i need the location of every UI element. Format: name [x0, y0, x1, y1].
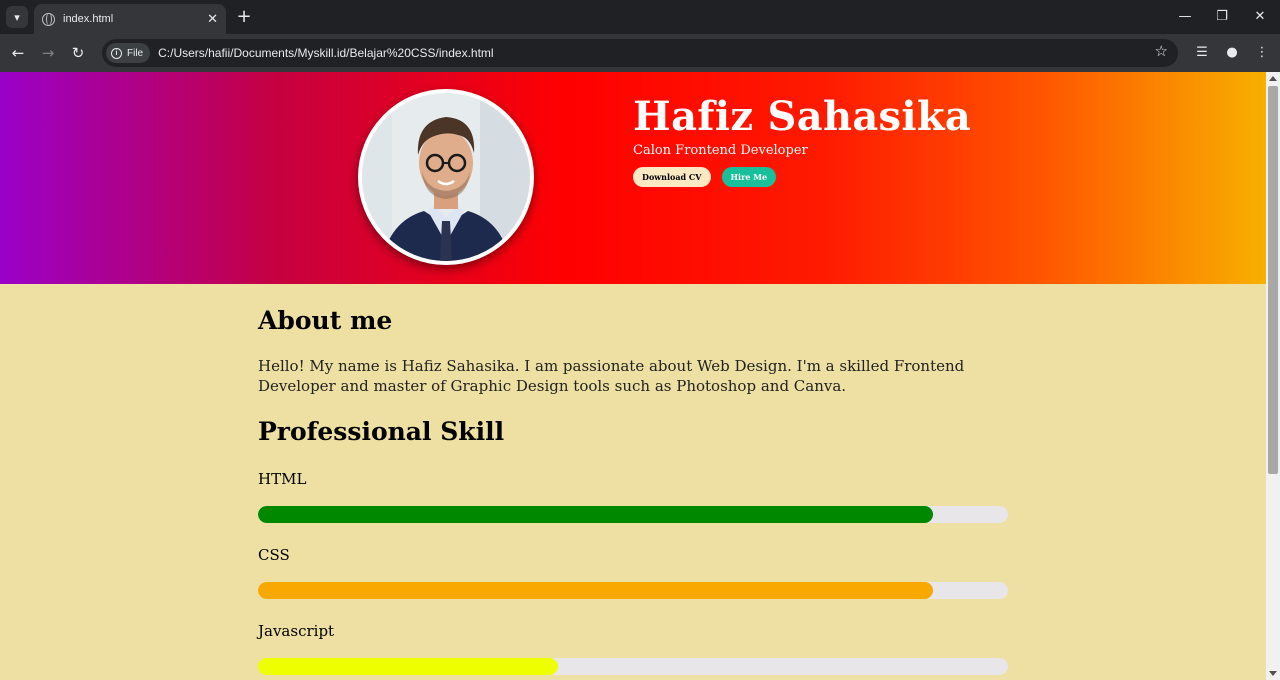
active-tab[interactable]: index.html ✕ — [34, 4, 226, 34]
globe-icon — [42, 12, 55, 26]
skill-html: HTML — [258, 469, 1008, 523]
hero-role: Calon Frontend Developer — [633, 143, 808, 158]
tab-strip: ▾ index.html ✕ + — ❐ ✕ — [0, 0, 1280, 34]
profile-photo-illustration — [362, 93, 530, 261]
hero-banner: Hafiz Sahasika Calon Frontend Developer … — [0, 72, 1266, 284]
scroll-up-icon[interactable] — [1269, 76, 1277, 81]
skill-css: CSS — [258, 545, 1008, 599]
hire-me-button[interactable]: Hire Me — [721, 167, 777, 187]
restore-icon[interactable]: ❐ — [1211, 6, 1233, 28]
skills-heading: Professional Skill — [258, 417, 505, 446]
star-icon[interactable]: ☆ — [1155, 42, 1168, 60]
close-icon[interactable]: ✕ — [207, 11, 218, 27]
page-viewport: Hafiz Sahasika Calon Frontend Developer … — [0, 72, 1280, 680]
site-info-chip[interactable]: i File — [106, 43, 151, 63]
window-close-icon[interactable]: ✕ — [1249, 6, 1271, 28]
hero-name: Hafiz Sahasika — [633, 93, 972, 140]
profile-icon[interactable]: ● — [1221, 42, 1243, 64]
menu-icon[interactable]: ⋮ — [1251, 42, 1273, 64]
about-text: Hello! My name is Hafiz Sahasika. I am p… — [258, 357, 965, 395]
scroll-down-icon[interactable] — [1269, 671, 1277, 676]
page-scrollbar[interactable] — [1266, 72, 1280, 680]
main-content: About me Hello! My name is Hafiz Sahasik… — [258, 284, 1008, 675]
browser-toolbar: ← → ↻ i File C:/Users/hafii/Documents/My… — [0, 34, 1280, 72]
skill-bar-fill — [258, 582, 933, 599]
skill-bar-fill — [258, 506, 933, 523]
download-cv-button[interactable]: Download CV — [633, 167, 711, 187]
skill-bar-track — [258, 658, 1008, 675]
back-icon[interactable]: ← — [7, 42, 29, 64]
reload-icon[interactable]: ↻ — [67, 42, 89, 64]
skill-bar-track — [258, 506, 1008, 523]
skill-name: HTML — [258, 470, 307, 488]
url-text[interactable]: C:/Users/hafii/Documents/Myskill.id/Bela… — [158, 46, 493, 60]
info-icon: i — [111, 47, 122, 59]
profile-photo — [358, 89, 534, 265]
hero-text: Hafiz Sahasika Calon Frontend Developer … — [633, 94, 971, 187]
media-icon[interactable]: ☰ — [1191, 42, 1213, 64]
tab-title: index.html — [63, 13, 114, 25]
skill-bar-track — [258, 582, 1008, 599]
scrollbar-thumb[interactable] — [1268, 86, 1278, 474]
about-heading: About me — [258, 306, 393, 335]
minimize-icon[interactable]: — — [1174, 6, 1196, 28]
forward-icon[interactable]: → — [37, 42, 59, 64]
chip-label: File — [127, 47, 144, 59]
skill-bar-fill — [258, 658, 558, 675]
skill-name: CSS — [258, 546, 290, 564]
hero-buttons: Download CV Hire Me — [633, 167, 971, 187]
address-bar[interactable]: i File C:/Users/hafii/Documents/Myskill.… — [102, 39, 1178, 67]
plus-icon[interactable]: + — [234, 7, 254, 27]
skill-javascript: Javascript — [258, 621, 1008, 675]
tab-search-button[interactable]: ▾ — [6, 6, 28, 28]
skill-name: Javascript — [258, 622, 335, 640]
